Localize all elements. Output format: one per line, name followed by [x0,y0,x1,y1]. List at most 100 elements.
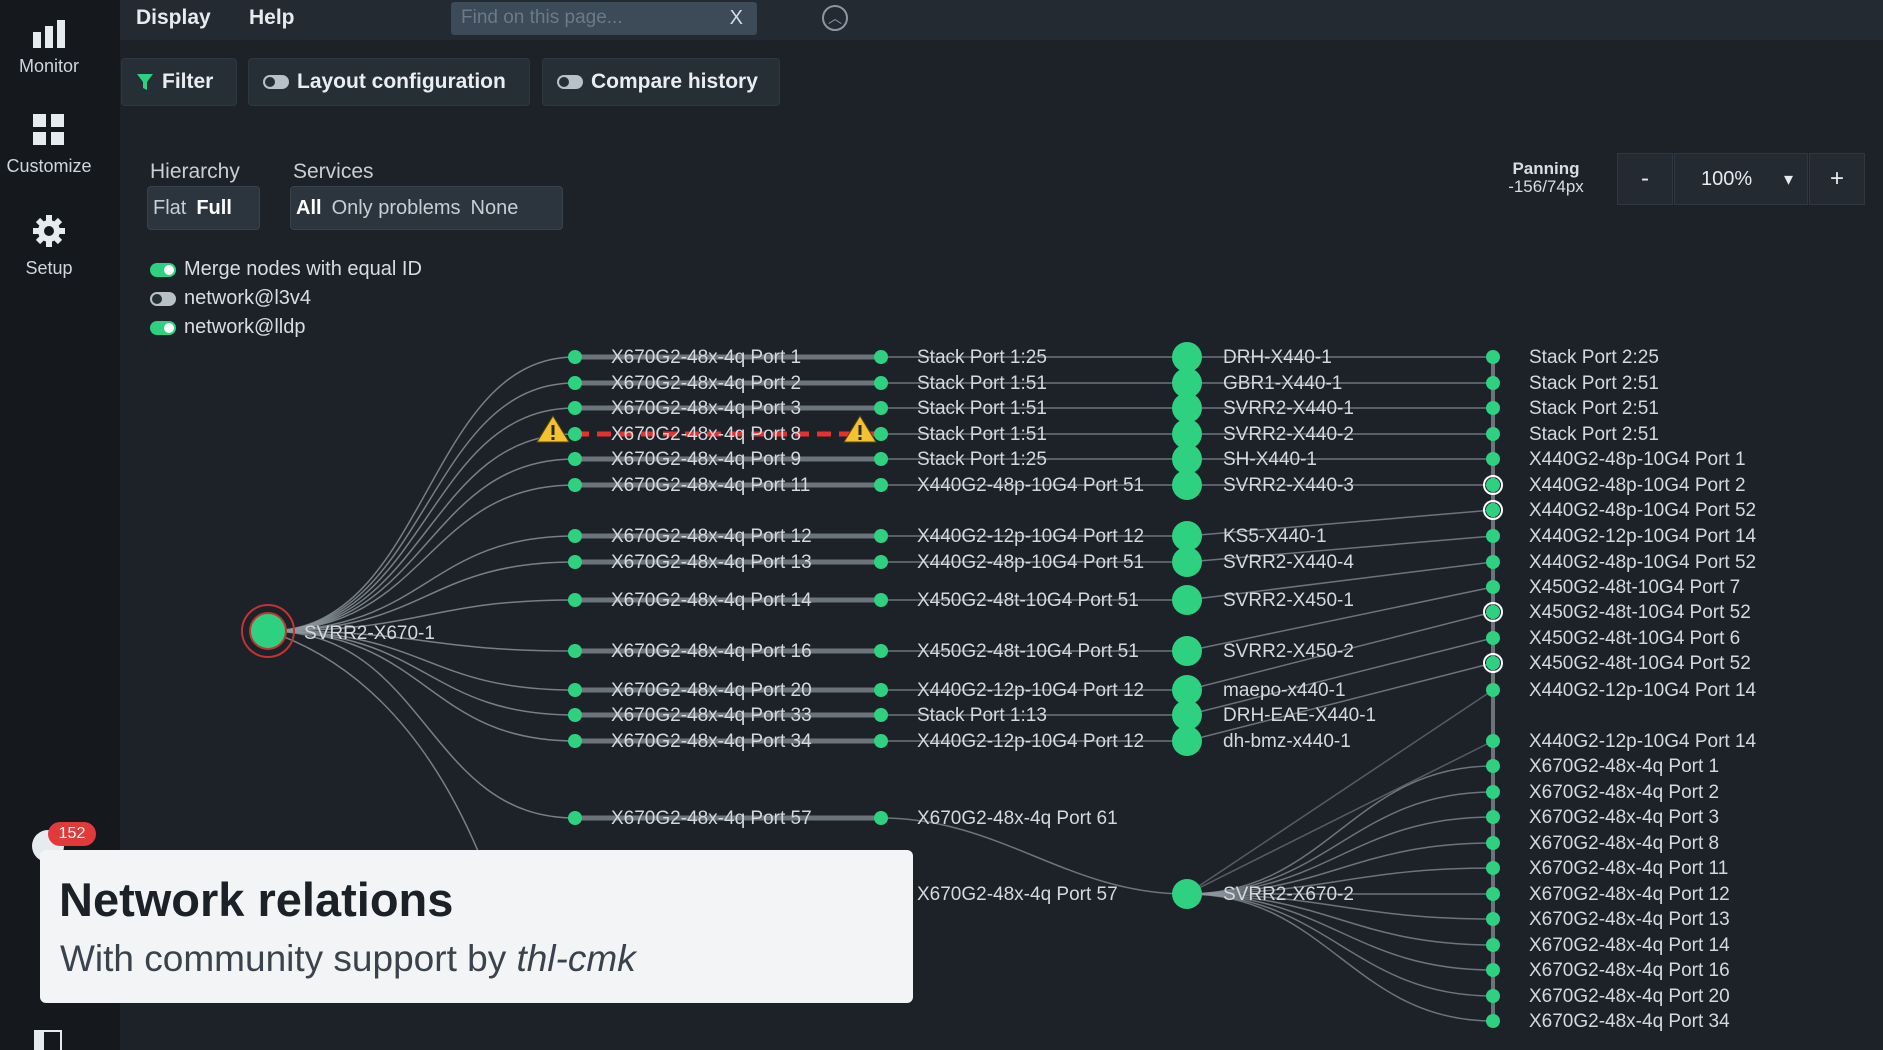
host-node[interactable] [1172,393,1202,423]
warning-icon-dot [551,437,555,440]
root-node[interactable] [249,612,287,650]
host-port-node[interactable] [1486,759,1500,773]
port-node[interactable] [568,683,582,697]
host-label: KS5-X440-1 [1223,526,1327,547]
port-node[interactable] [568,401,582,415]
host-port-node[interactable] [1486,683,1500,697]
host-port-node[interactable] [1486,1014,1500,1028]
host-port-label: Stack Port 2:51 [1529,398,1659,419]
port-node[interactable] [568,811,582,825]
host-node[interactable] [1172,585,1202,615]
port-node[interactable] [874,376,888,390]
host-port-node[interactable] [1486,427,1500,441]
root-port-label: X670G2-48x-4q Port 8 [611,424,801,445]
port-node[interactable] [874,350,888,364]
root-node-label[interactable]: SVRR2-X670-1 [304,623,435,644]
remote-port-label: X440G2-48p-10G4 Port 51 [917,475,1144,496]
host-port-label: X670G2-48x-4q Port 11 [1529,858,1728,879]
host-port-node[interactable] [1486,605,1500,619]
host-port-label: X440G2-12p-10G4 Port 14 [1529,526,1757,547]
host-label: SVRR2-X670-2 [1223,884,1354,905]
host-port-node[interactable] [1486,785,1500,799]
host-node[interactable] [1172,470,1202,500]
edge [880,817,1188,895]
port-node[interactable] [568,350,582,364]
port-node[interactable] [568,644,582,658]
host-port-node[interactable] [1486,555,1500,569]
host-port-node[interactable] [1486,478,1500,492]
host-node[interactable] [1172,444,1202,474]
port-node[interactable] [568,478,582,492]
remote-port-label: Stack Port 1:51 [917,373,1047,394]
port-node[interactable] [874,644,888,658]
port-node[interactable] [874,683,888,697]
root-port-label: X670G2-48x-4q Port 9 [611,449,801,470]
port-node[interactable] [874,478,888,492]
host-port-node[interactable] [1486,989,1500,1003]
root-port-label: X670G2-48x-4q Port 16 [611,641,812,662]
host-port-node[interactable] [1486,836,1500,850]
host-port-node[interactable] [1486,734,1500,748]
host-port-node[interactable] [1486,350,1500,364]
host-port-node[interactable] [1486,529,1500,543]
host-node[interactable] [1172,636,1202,666]
host-port-node[interactable] [1486,376,1500,390]
root-port-label: X670G2-48x-4q Port 20 [611,680,812,701]
host-port-label: X670G2-48x-4q Port 14 [1529,935,1730,956]
host-node[interactable] [1172,521,1202,551]
port-node[interactable] [874,401,888,415]
port-node[interactable] [874,555,888,569]
port-node[interactable] [568,593,582,607]
host-port-node[interactable] [1486,452,1500,466]
port-node[interactable] [874,529,888,543]
host-node[interactable] [1172,879,1202,909]
host-node[interactable] [1172,700,1202,730]
port-node[interactable] [568,376,582,390]
host-port-node[interactable] [1486,861,1500,875]
port-node[interactable] [874,593,888,607]
banner-author: thl-cmk [516,938,636,979]
host-node[interactable] [1172,726,1202,756]
host-label: maepo-x440-1 [1223,680,1346,701]
host-port-label: X440G2-12p-10G4 Port 14 [1529,731,1757,752]
port-node[interactable] [874,811,888,825]
remote-port-label: X450G2-48t-10G4 Port 51 [917,590,1139,611]
host-port-node[interactable] [1486,503,1500,517]
port-node[interactable] [874,452,888,466]
root-port-label: X670G2-48x-4q Port 12 [611,526,812,547]
port-node[interactable] [874,734,888,748]
host-port-node[interactable] [1486,580,1500,594]
host-port-node[interactable] [1486,401,1500,415]
host-label: SH-X440-1 [1223,449,1317,470]
root-port-label: X670G2-48x-4q Port 34 [611,731,812,752]
port-node[interactable] [874,708,888,722]
port-node[interactable] [874,427,888,441]
root-port-label: X670G2-48x-4q Port 3 [611,398,801,419]
host-port-label: X450G2-48t-10G4 Port 7 [1529,577,1740,598]
host-label: SVRR2-X440-4 [1223,552,1354,573]
port-node[interactable] [568,427,582,441]
warning-icon-mark [858,425,862,435]
remote-port-label: Stack Port 1:51 [917,424,1047,445]
port-node[interactable] [568,555,582,569]
host-port-label: X670G2-48x-4q Port 8 [1529,833,1719,854]
remote-port-label: X670G2-48x-4q Port 61 [917,808,1118,829]
host-port-label: X670G2-48x-4q Port 1 [1529,756,1719,777]
port-node[interactable] [568,452,582,466]
root-port-label: X670G2-48x-4q Port 33 [611,705,812,726]
host-label: SVRR2-X440-2 [1223,424,1354,445]
host-port-node[interactable] [1486,938,1500,952]
host-node[interactable] [1172,342,1202,372]
host-port-label: X670G2-48x-4q Port 16 [1529,960,1730,981]
host-port-node[interactable] [1486,631,1500,645]
host-port-node[interactable] [1486,963,1500,977]
host-port-node[interactable] [1486,912,1500,926]
host-node[interactable] [1172,547,1202,577]
host-port-node[interactable] [1486,887,1500,901]
port-node[interactable] [568,529,582,543]
host-port-node[interactable] [1486,656,1500,670]
port-node[interactable] [568,708,582,722]
host-port-label: X450G2-48t-10G4 Port 52 [1529,653,1751,674]
port-node[interactable] [568,734,582,748]
host-port-node[interactable] [1486,810,1500,824]
